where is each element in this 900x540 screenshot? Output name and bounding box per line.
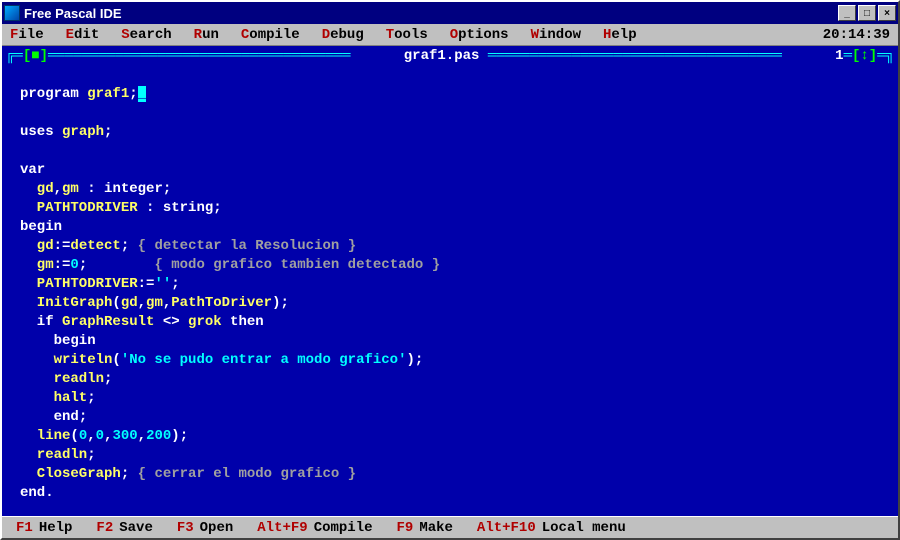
- app-window: Free Pascal IDE _ □ × File Edit Search R…: [0, 0, 900, 540]
- menu-window[interactable]: Window: [531, 27, 581, 43]
- status-key-altf9[interactable]: Alt+F9: [257, 520, 307, 536]
- status-key-f1[interactable]: F1: [16, 520, 33, 536]
- status-label-save: Save: [119, 520, 153, 536]
- code-editor[interactable]: program graf1;_ uses graph; var gd,gm : …: [2, 66, 898, 516]
- status-key-f9[interactable]: F9: [397, 520, 414, 536]
- minimize-button[interactable]: _: [838, 5, 856, 21]
- status-key-altf10[interactable]: Alt+F10: [477, 520, 536, 536]
- menu-help[interactable]: Help: [603, 27, 637, 43]
- menu-search[interactable]: Search: [121, 27, 171, 43]
- menu-edit[interactable]: Edit: [66, 27, 100, 43]
- menu-compile[interactable]: Compile: [241, 27, 300, 43]
- close-button[interactable]: ×: [878, 5, 896, 21]
- text-cursor: _: [138, 86, 146, 102]
- status-key-f2[interactable]: F2: [96, 520, 113, 536]
- status-label-compile: Compile: [314, 520, 373, 536]
- menu-debug[interactable]: Debug: [322, 27, 364, 43]
- editor-filename: graf1.pas: [404, 48, 480, 64]
- editor-frame-top: ╔═[■]═══════════════════════════════════…: [2, 46, 898, 66]
- titlebar: Free Pascal IDE _ □ ×: [2, 2, 898, 24]
- maximize-button[interactable]: □: [858, 5, 876, 21]
- status-label-help: Help: [39, 520, 73, 536]
- menu-tools[interactable]: Tools: [386, 27, 428, 43]
- status-label-localmenu: Local menu: [542, 520, 626, 536]
- window-title: Free Pascal IDE: [24, 6, 836, 21]
- menubar: File Edit Search Run Compile Debug Tools…: [2, 24, 898, 46]
- editor-workspace: ╔═[■]═══════════════════════════════════…: [2, 46, 898, 516]
- statusbar: F1 Help F2 Save F3 Open Alt+F9 Compile F9 Mak…: [2, 516, 898, 538]
- menu-file[interactable]: File: [10, 27, 44, 43]
- menu-options[interactable]: Options: [450, 27, 509, 43]
- menu-run[interactable]: Run: [194, 27, 219, 43]
- app-icon: [4, 5, 20, 21]
- status-key-f3[interactable]: F3: [177, 520, 194, 536]
- clock: 20:14:39: [823, 27, 890, 43]
- status-label-open: Open: [200, 520, 234, 536]
- status-label-make: Make: [419, 520, 453, 536]
